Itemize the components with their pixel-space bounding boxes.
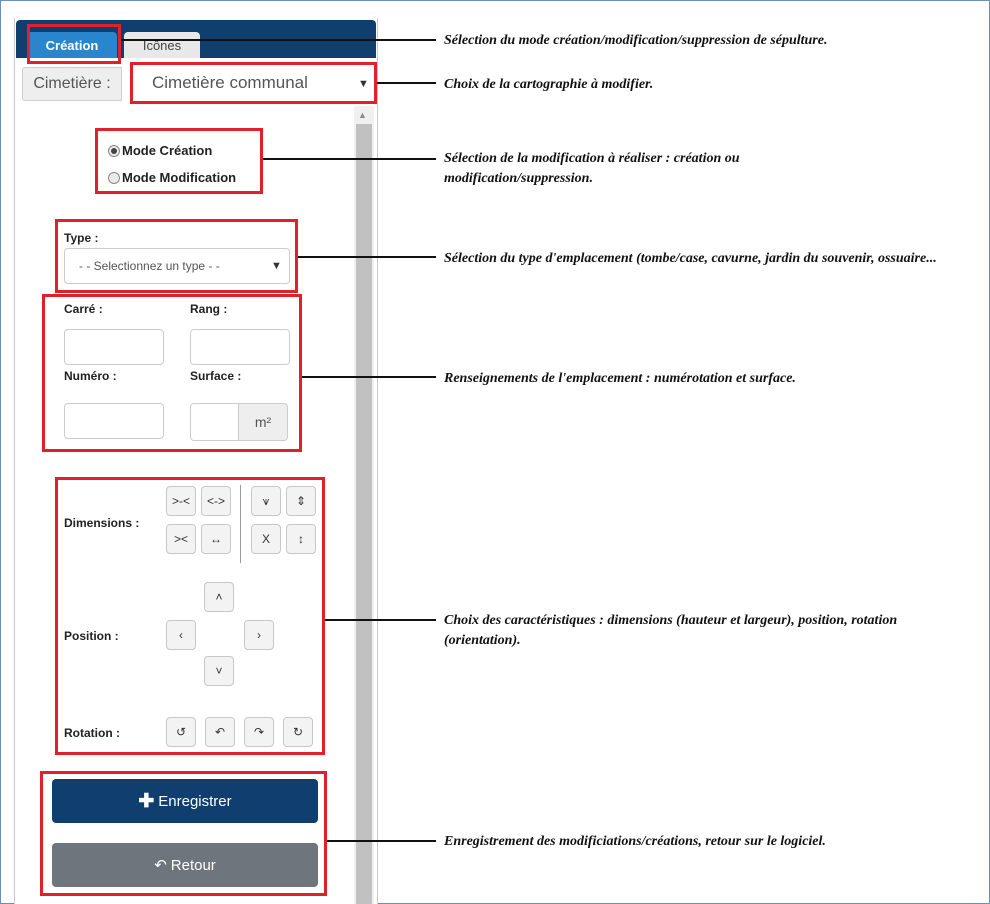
pointer-line-tab xyxy=(121,39,436,41)
pointer-line-cimetiere xyxy=(377,82,436,84)
annotation-buttons: Enregistrement des modificiations/créati… xyxy=(444,834,826,849)
annotation-cimetiere: Choix de la cartographie à modifier. xyxy=(444,77,654,92)
pointer-line-mode xyxy=(263,158,436,160)
highlight-mode xyxy=(95,128,263,194)
highlight-controls xyxy=(55,477,325,755)
highlight-fields xyxy=(42,294,302,452)
pointer-line-fields xyxy=(302,376,436,378)
pointer-line-type xyxy=(298,256,436,258)
scroll-up-icon[interactable]: ▲ xyxy=(358,110,367,120)
highlight-tab xyxy=(27,24,121,64)
cimetiere-label: Cimetière : xyxy=(22,67,122,101)
annotation-type: Sélection du type d'emplacement (tombe/c… xyxy=(444,251,937,266)
highlight-type xyxy=(55,219,298,293)
tab-icones[interactable]: Icônes xyxy=(124,32,200,58)
annotation-tab: Sélection du mode création/modification/… xyxy=(444,33,828,48)
annotation-fields: Renseignements de l'emplacement : numéro… xyxy=(444,371,796,386)
highlight-cimetiere xyxy=(130,62,377,104)
scrollbar-thumb[interactable] xyxy=(356,124,372,904)
highlight-buttons xyxy=(40,771,327,896)
pointer-line-controls xyxy=(325,619,436,621)
annotation-controls: Choix des caractéristiques : dimensions … xyxy=(444,613,898,648)
pointer-line-buttons xyxy=(327,840,436,842)
annotation-mode: Sélection de la modification à réaliser … xyxy=(444,151,740,186)
